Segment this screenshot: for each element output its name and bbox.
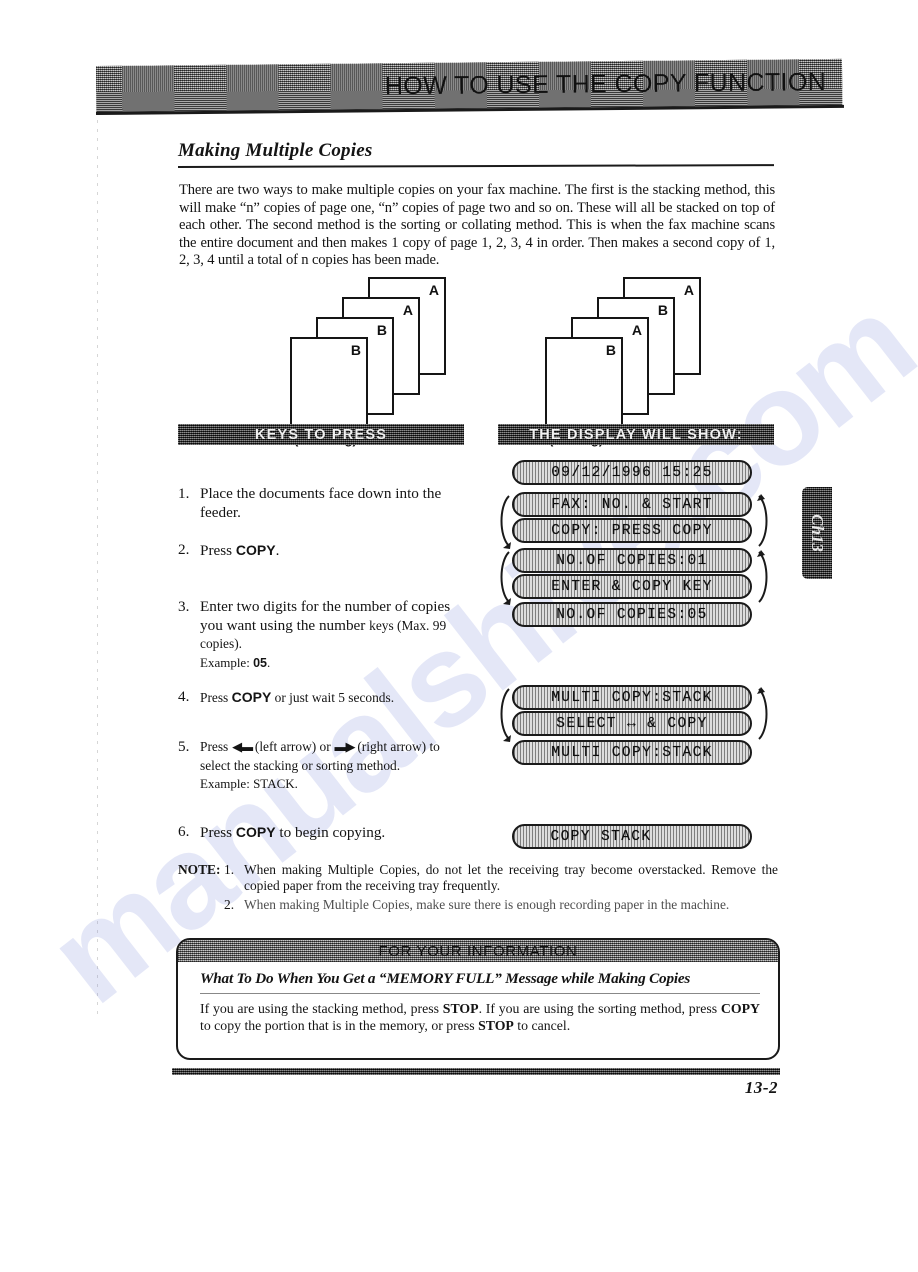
stacking-sheet-1: B [290,337,368,435]
step-5: 5. Press ◀▬ (left arrow) or ▬▶ (right ar… [178,738,452,794]
lcd-copies-05: NO.OF COPIES:05 [512,602,752,627]
lcd-copy-press-text: COPY: PRESS COPY [551,522,713,539]
lcd-datetime-text: 09/12/1996 15:25 [551,464,713,481]
step-2-number: 2. [178,541,190,558]
cycle-arrow-left-3 [494,685,512,743]
step-5-number: 5. [178,738,190,755]
note-row-1: NOTE: 1. When making Multiple Copies, do… [178,862,778,895]
step-4: 4. Press COPY or just wait 5 seconds. [178,688,452,708]
cycle-arrow-right-1 [756,492,774,550]
cycle-arrow-right-3 [756,685,774,743]
lcd-fax-start-text: FAX: NO. & START [551,496,713,513]
note-spacer [178,897,224,913]
binding-edge-artifact [97,120,98,1020]
step-4-text: Press COPY or just wait 5 seconds. [200,689,395,705]
lcd-copies-01: NO.OF COPIES:01 [512,548,752,573]
sorting-sheet-2-label: A [631,322,642,338]
step-1-text: Place the documents face down into the f… [200,485,442,521]
scanned-manual-page: manualshive.com HOW TO USE THE COPY FUNC… [0,0,918,1188]
step-3: 3. Enter two digits for the number of co… [178,598,452,672]
for-your-information-box: FOR YOUR INFORMATION What To Do When You… [176,938,780,1060]
lcd-enter-copy: ENTER & COPY KEY [512,574,752,599]
cycle-arrow-right-2 [756,548,774,606]
step-1-number: 1. [178,485,190,502]
fyi-heading: FOR YOUR INFORMATION [378,942,578,960]
stacking-sheet-4-label: A [428,282,439,298]
fyi-divider [200,993,760,994]
lcd-select-copy: SELECT ↔ & COPY [512,711,752,736]
lcd-copies-05-text: NO.OF COPIES:05 [556,606,708,623]
stacking-sheet-1-label: B [350,342,361,358]
lcd-fax-start: FAX: NO. & START [512,492,752,517]
fyi-body-text: If you are using the stacking method, pr… [200,1001,760,1034]
note-label: NOTE: [178,862,221,877]
step-1: 1. Place the documents face down into th… [178,485,452,522]
sorting-diagram: A B A B (Sorting) [545,275,725,447]
page-number: 13-2 [744,1078,778,1097]
step-5-example: Example: STACK. [200,776,298,792]
intro-paragraph: There are two ways to make multiple copi… [179,182,775,269]
stacking-diagram: A A B B (Stacking) [290,275,470,447]
sorting-sheet-3-label: B [657,302,668,318]
step-6-number: 6. [178,823,190,840]
section-title: Making Multiple Copies [178,140,373,161]
sorting-sheet-1: B [545,337,623,435]
sorting-sheet-1-label: B [605,342,616,358]
cycle-arrow-left-1 [494,492,512,550]
display-will-show-header: THE DISPLAY WILL SHOW: [498,424,774,445]
lcd-multi-stack-2: MULTI COPY:STACK [512,740,752,765]
lcd-copy-press: COPY: PRESS COPY [512,518,752,543]
chapter-title: HOW TO USE THE COPY FUNCTION [384,67,827,100]
stacking-sheet-3-label: A [402,302,413,318]
lcd-copy-stack-text: COPY STACK [550,828,652,845]
lcd-select-copy-text: SELECT ↔ & COPY [556,715,708,732]
fyi-header-band: FOR YOUR INFORMATION [178,940,778,962]
step-3-text: Enter two digits for the number of copie… [200,598,452,672]
lcd-copies-01-text: NO.OF COPIES:01 [556,552,708,569]
step-6-text: Press COPY to begin copying. [200,824,386,841]
right-arrow-icon: ▬▶ [334,739,356,754]
step-2-text: Press COPY. [200,542,280,559]
sorting-sheet-4-label: A [683,282,694,298]
note-item-1-text: When making Multiple Copies, do not let … [244,862,778,894]
section-title-rule [178,164,775,168]
step-3-number: 3. [178,598,190,615]
lcd-enter-copy-text: ENTER & COPY KEY [551,578,713,595]
note-item-2-text: When making Multiple Copies, make sure t… [244,896,730,912]
step-5-text: Press ◀▬ (left arrow) or ▬▶ (right arrow… [200,738,452,794]
note-row-2: 2. When making Multiple Copies, make sur… [178,897,778,913]
step-2: 2. Press COPY. [178,541,452,561]
lcd-multi-stack-2-text: MULTI COPY:STACK [551,744,713,761]
stacking-sheet-2-label: B [376,322,387,338]
note-item-1-index: 1. [224,862,235,877]
footer-rule [172,1068,780,1075]
keys-to-press-header: KEYS TO PRESS [178,424,464,445]
chapter-tab: Ch13 [802,487,832,579]
left-arrow-icon: ◀▬ [232,739,253,754]
display-will-show-label: THE DISPLAY WILL SHOW: [529,426,743,443]
fyi-subheading: What To Do When You Get a “MEMORY FULL” … [200,970,691,987]
step-6: 6. Press COPY to begin copying. [178,823,452,843]
keys-to-press-label: KEYS TO PRESS [254,426,388,443]
cycle-arrow-left-2 [494,548,512,606]
note-item-2-index: 2. [224,896,235,912]
lcd-datetime: 09/12/1996 15:25 [512,460,752,485]
lcd-multi-stack-1-text: MULTI COPY:STACK [551,689,713,706]
note-block: NOTE: 1. When making Multiple Copies, do… [178,862,778,913]
step-4-number: 4. [178,688,190,705]
lcd-copy-stack: COPY STACK [512,824,752,849]
lcd-multi-stack-1: MULTI COPY:STACK [512,685,752,710]
step-3-example: Example: 05. [200,654,271,670]
chapter-tab-label: Ch13 [808,514,827,552]
